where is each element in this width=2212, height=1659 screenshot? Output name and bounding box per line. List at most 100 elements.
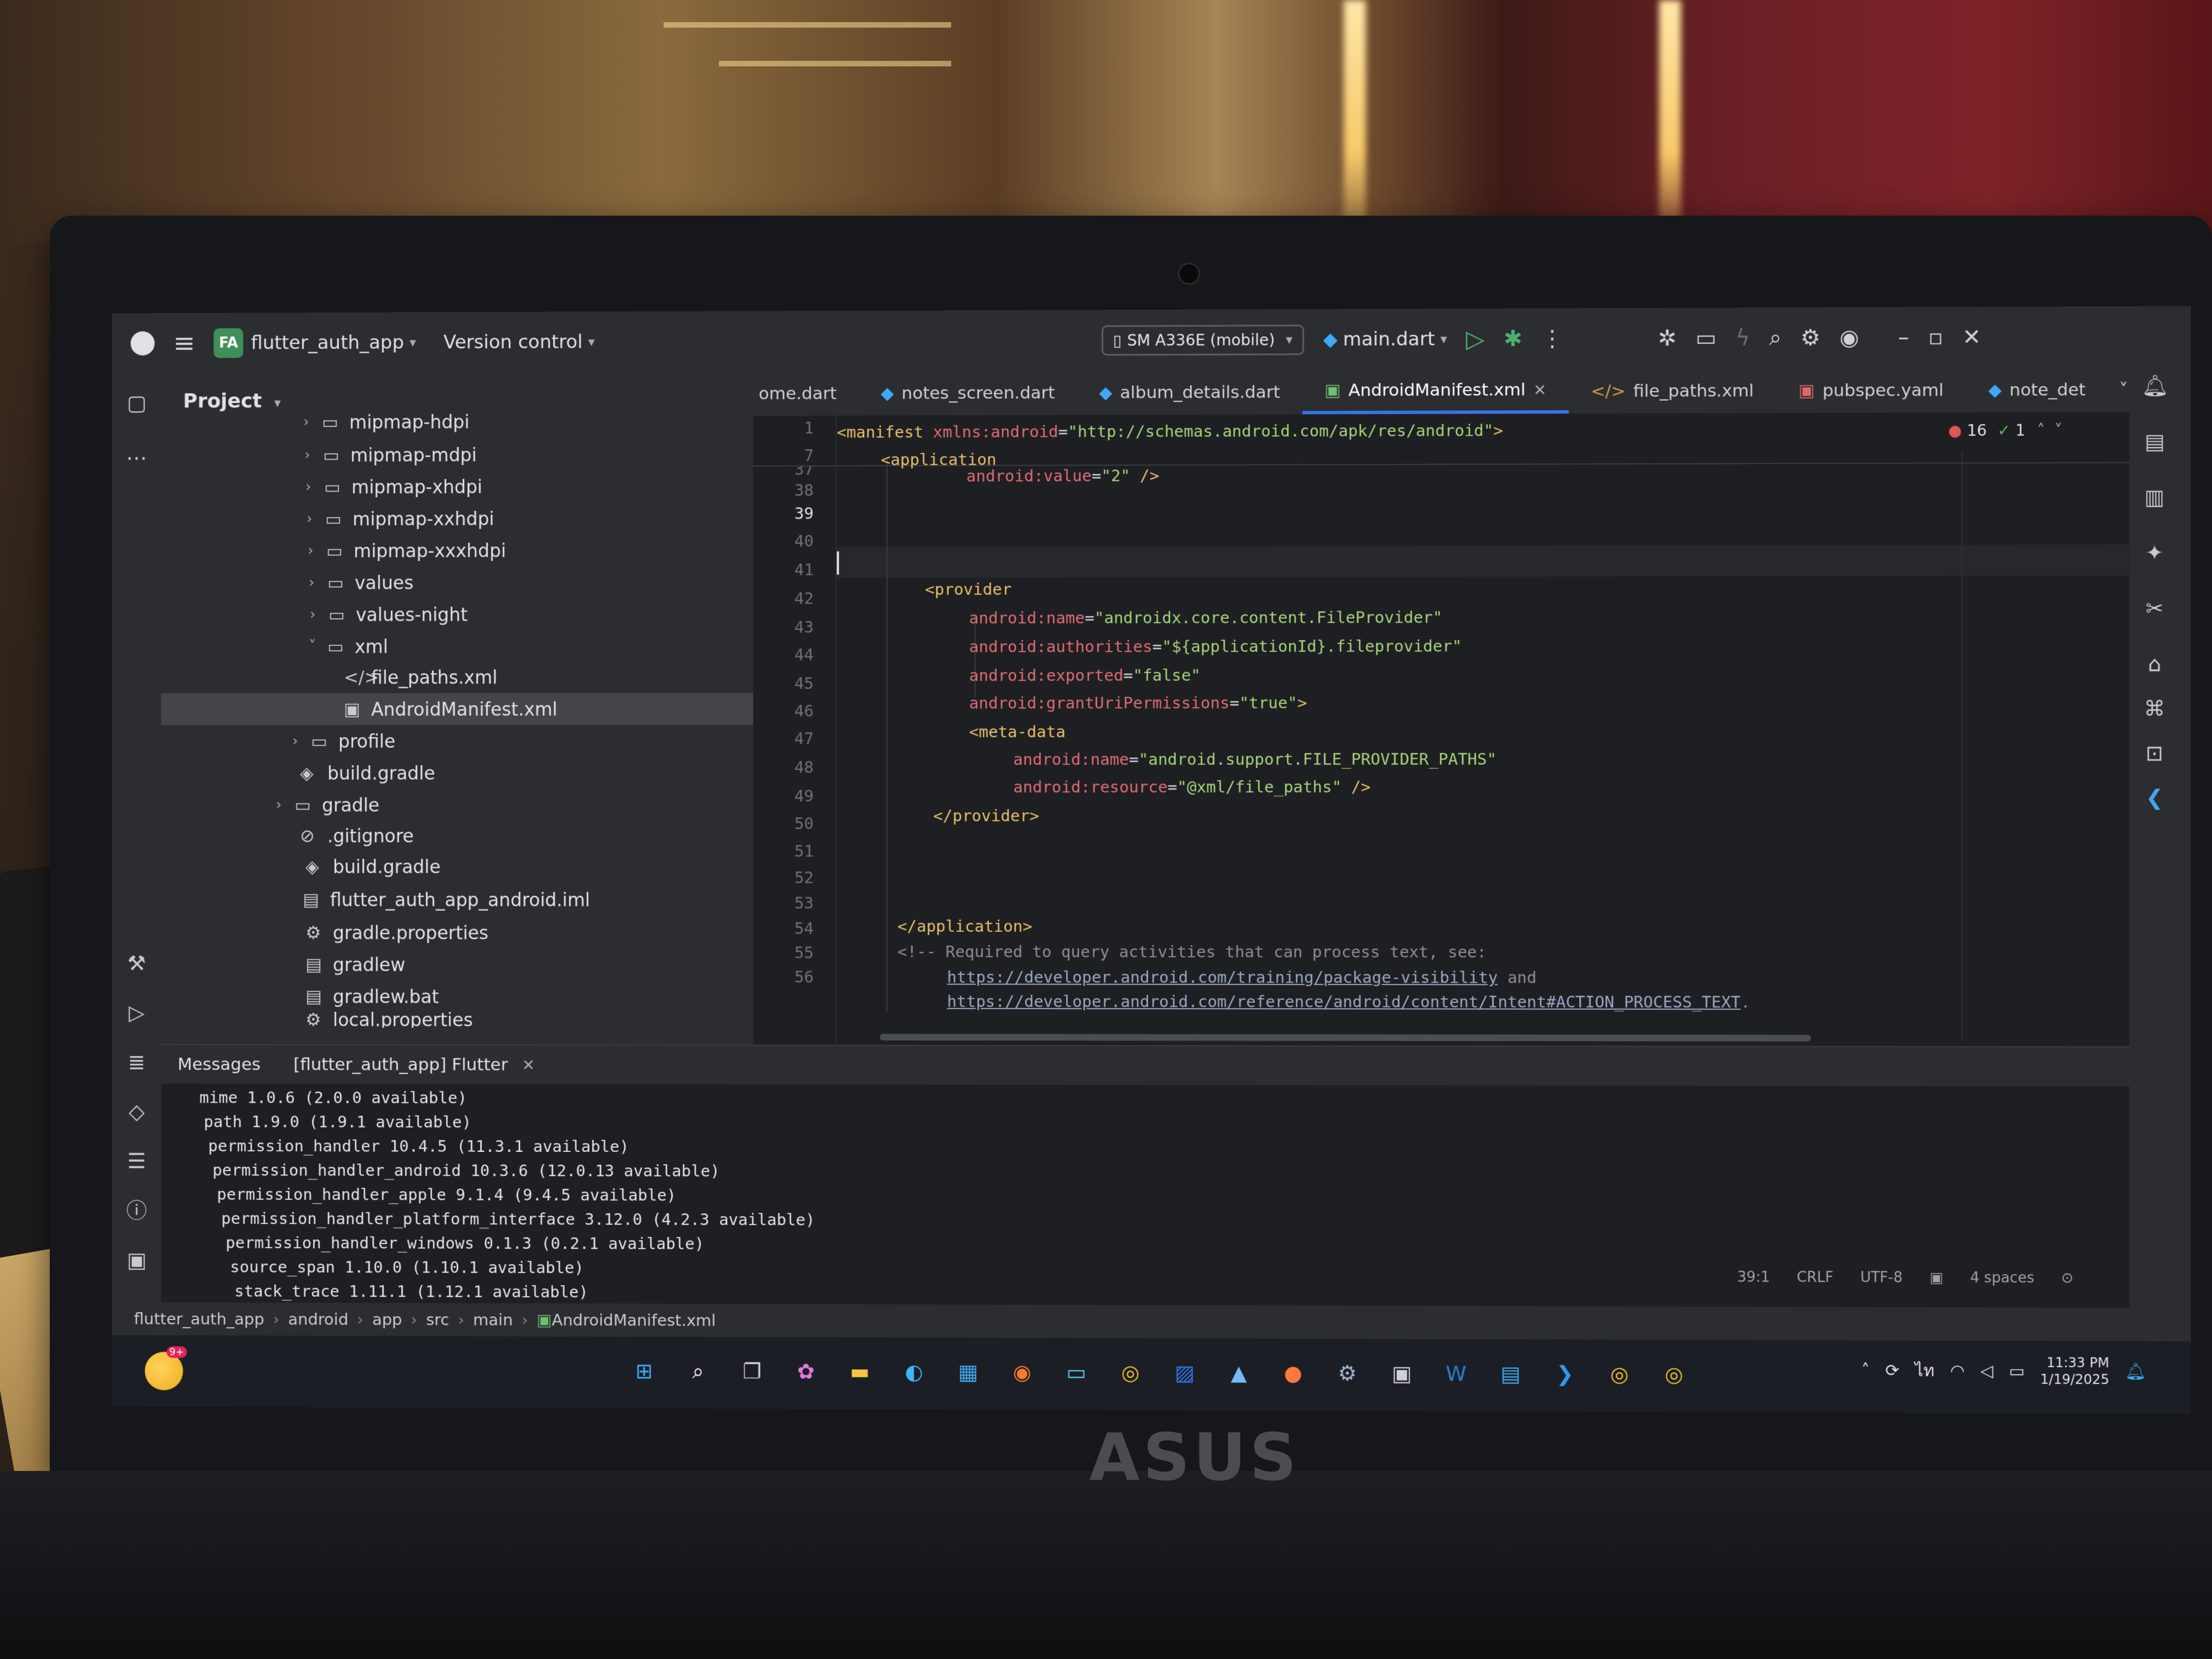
restore-icon[interactable]: ▫ <box>1928 325 1943 350</box>
line-number[interactable]: 51 <box>753 842 814 860</box>
notification-bell-icon[interactable]: 🔔︎ <box>2125 1361 2146 1381</box>
chevron-right-icon[interactable]: › <box>276 797 295 813</box>
project-tree-item[interactable]: ▤ gradlew <box>287 948 405 980</box>
app-icon[interactable] <box>131 331 155 356</box>
indent-setting[interactable]: 4 spaces <box>1970 1270 2034 1286</box>
weather-widget[interactable]: 9+ <box>144 1346 187 1391</box>
line-number[interactable]: 42 <box>753 589 814 608</box>
file-explorer-icon[interactable]: ▬ <box>842 1354 878 1389</box>
project-tree-item[interactable]: › ▭ mipmap-xhdpi <box>305 471 482 503</box>
gemini-icon[interactable]: ✦ <box>2142 540 2168 565</box>
messages-tab[interactable]: Messages <box>161 1055 278 1074</box>
run-icon[interactable]: ▷ <box>1466 325 1485 353</box>
terminal-icon[interactable]: ▣ <box>124 1247 149 1272</box>
project-tree-item[interactable]: › ▭ mipmap-xxxhdpi <box>307 534 506 566</box>
search-icon[interactable]: ⌕ <box>1769 325 1782 351</box>
vscode-icon[interactable]: ❯ <box>1547 1356 1583 1391</box>
editor-tab[interactable]: </> file_paths.xml <box>1569 368 1776 413</box>
problems-icon[interactable]: ⓘ <box>124 1198 149 1223</box>
chrome-icon[interactable]: ◎ <box>1113 1355 1148 1390</box>
project-tree-item[interactable]: </> file_paths.xml <box>325 661 498 693</box>
project-tree-item[interactable]: › ▭ mipmap-hdpi <box>303 406 469 439</box>
line-number[interactable]: 39 <box>753 504 814 523</box>
windows-start-icon[interactable]: ⊞ <box>627 1353 662 1389</box>
breadcrumb-item[interactable]: main <box>473 1311 513 1329</box>
edge-icon[interactable]: ◐ <box>896 1354 932 1390</box>
chevron-right-icon[interactable]: › <box>293 733 311 749</box>
project-tree-item[interactable]: ▤ gradlew.bat <box>287 980 439 1013</box>
task-view-icon[interactable]: ❐ <box>734 1354 770 1389</box>
project-tree-item[interactable]: ⚙ local.properties <box>287 1011 473 1028</box>
terminal-icon[interactable]: ▣ <box>1384 1355 1420 1391</box>
editor-tab[interactable]: ome.dart <box>753 372 859 416</box>
snipping-tool-icon[interactable]: ▨ <box>1167 1355 1202 1390</box>
project-tree-item[interactable]: › ▭ profile <box>293 725 395 757</box>
line-number[interactable]: 37 <box>753 466 814 477</box>
build-icon[interactable]: ⚒ <box>124 951 149 976</box>
editor-tab[interactable]: ▣ AndroidManifest.xml ✕ <box>1302 369 1569 415</box>
chevron-right-icon[interactable]: › <box>309 575 327 591</box>
device-selector[interactable]: ▯ SM A336E (mobile) ▾ <box>1101 324 1305 356</box>
line-number[interactable]: 1 <box>753 419 813 437</box>
notifications-icon[interactable]: 🔔︎ <box>2142 373 2169 398</box>
account-icon[interactable]: ◉ <box>1839 325 1859 351</box>
chevron-right-icon[interactable]: › <box>304 447 323 463</box>
line-ending[interactable]: CRLF <box>1797 1269 1833 1286</box>
line-number[interactable]: 7 <box>753 446 813 465</box>
breadcrumb-item[interactable]: AndroidManifest.xml <box>552 1311 716 1330</box>
close-icon[interactable]: ✕ <box>1533 380 1547 399</box>
line-number[interactable]: 46 <box>753 702 814 721</box>
project-tree-item[interactable]: ˅ ▭ xml <box>309 630 388 662</box>
logcat-icon[interactable]: ☰ <box>124 1149 149 1174</box>
run-config-selector[interactable]: ◆ main.dart ▾ <box>1323 328 1447 351</box>
line-number[interactable]: 55 <box>753 943 814 962</box>
messages-tool-icon[interactable]: ≣ <box>124 1050 149 1075</box>
breadcrumb-item[interactable]: src <box>426 1310 449 1329</box>
file-encoding[interactable]: UTF-8 <box>1860 1269 1902 1286</box>
notepad-icon[interactable]: ▤ <box>1493 1356 1528 1391</box>
firefox-icon[interactable]: ◉ <box>1004 1354 1040 1390</box>
project-tree-item[interactable]: › ▭ gradle <box>276 789 379 821</box>
chevron-up-icon[interactable]: ˄ <box>1861 1361 1870 1380</box>
search-icon[interactable]: ⌕ <box>681 1353 716 1389</box>
project-tree-item[interactable]: › ▭ values <box>309 566 413 598</box>
project-panel-title[interactable]: Project ▾ <box>183 390 281 413</box>
layout-inspector-icon[interactable]: ⌂ <box>2142 651 2168 677</box>
battery-icon[interactable]: ▭ <box>2009 1361 2025 1380</box>
line-number[interactable]: 53 <box>753 894 814 912</box>
chevron-right-icon[interactable]: › <box>307 542 326 559</box>
line-number[interactable]: 56 <box>753 968 814 987</box>
flutter-inspector-icon[interactable]: ✂ <box>2142 596 2168 621</box>
more-tools-icon[interactable]: ⋯ <box>124 445 149 471</box>
project-folder-icon[interactable]: ▢ <box>124 390 149 415</box>
language-icon[interactable]: ไท <box>1915 1358 1934 1384</box>
flutter-performance-icon[interactable]: ❮ <box>2142 785 2168 810</box>
store-icon[interactable]: ▦ <box>951 1354 986 1390</box>
line-number[interactable]: 43 <box>753 618 814 637</box>
gem-icon[interactable]: ◇ <box>124 1099 149 1124</box>
readonly-toggle-icon[interactable]: ▣ <box>1929 1270 1943 1286</box>
app-quality-icon[interactable]: ⌘ <box>2142 696 2168 721</box>
line-number[interactable]: 38 <box>753 481 814 499</box>
breadcrumb-item[interactable]: android <box>288 1310 348 1329</box>
project-tree-item[interactable]: › ▭ values-night <box>310 598 467 630</box>
project-tree-item[interactable]: › ▭ mipmap-mdpi <box>304 439 477 471</box>
package-visibility-link[interactable]: https://developer.android.com/training/p… <box>947 968 1498 987</box>
cursor-position[interactable]: 39:1 <box>1738 1269 1770 1286</box>
editor-tab[interactable]: ▣ pubspec.yaml <box>1776 368 1966 413</box>
more-options-icon[interactable]: ⋮ <box>1541 326 1563 351</box>
wifi-icon[interactable]: ◠ <box>1950 1361 1964 1380</box>
version-control-menu[interactable]: Version control ▾ <box>444 331 595 353</box>
project-tree-item[interactable]: › ▭ mipmap-xxhdpi <box>306 503 494 535</box>
editor-tab[interactable]: ◆ album_details.dart <box>1077 370 1302 415</box>
chevron-down-icon[interactable]: ˅ <box>309 638 327 655</box>
breadcrumb-item[interactable]: app <box>372 1310 402 1329</box>
copilot-icon[interactable]: ✿ <box>789 1354 824 1389</box>
close-icon[interactable]: ✕ <box>522 1056 535 1074</box>
remote-desktop-icon[interactable]: ▭ <box>1058 1355 1094 1390</box>
project-selector[interactable]: FA flutter_auth_app ▾ <box>213 327 416 358</box>
debug-icon[interactable]: ✱ <box>1504 326 1522 352</box>
run-tool-icon[interactable]: ▷ <box>124 1000 149 1025</box>
device-mirror-icon[interactable]: ▭ <box>1695 326 1717 351</box>
device-manager-icon[interactable]: ▤ <box>2142 429 2168 454</box>
